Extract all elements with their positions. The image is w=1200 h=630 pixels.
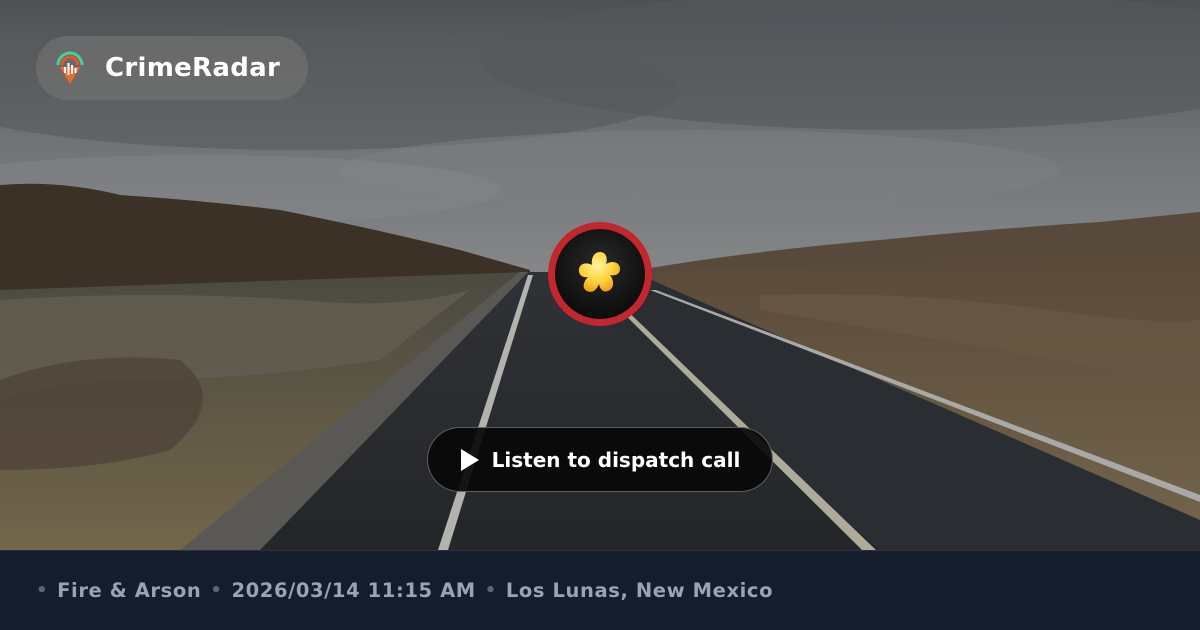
brand-name: CrimeRadar bbox=[105, 53, 281, 83]
play-icon bbox=[460, 448, 479, 471]
puzzle-piece-icon bbox=[578, 252, 620, 292]
listen-button-label: Listen to dispatch call bbox=[491, 447, 741, 472]
incident-datetime: 2026/03/14 11:15 AM bbox=[231, 579, 476, 602]
meta-separator: • bbox=[36, 580, 49, 601]
incident-category: Fire & Arson bbox=[57, 579, 202, 602]
brand-pill[interactable]: CrimeRadar bbox=[36, 36, 308, 100]
incident-meta-bar: • Fire & Arson • 2026/03/14 11:15 AM • L… bbox=[0, 550, 1200, 630]
meta-separator: • bbox=[484, 580, 497, 601]
incident-location: Los Lunas, New Mexico bbox=[505, 579, 774, 602]
category-badge-inner bbox=[555, 229, 645, 319]
radar-pin-icon bbox=[56, 51, 84, 84]
meta-separator: • bbox=[210, 580, 223, 601]
incident-meta: • Fire & Arson • 2026/03/14 11:15 AM • L… bbox=[36, 579, 773, 602]
incident-category-badge bbox=[548, 222, 652, 326]
listen-dispatch-button[interactable]: Listen to dispatch call bbox=[427, 427, 773, 492]
